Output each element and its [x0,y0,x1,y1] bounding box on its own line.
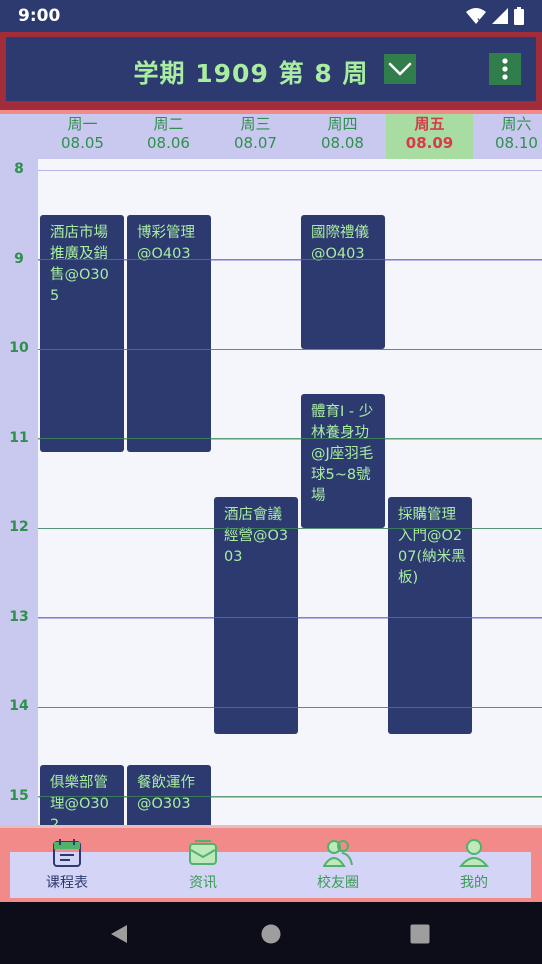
more-options-button[interactable] [489,53,521,85]
hour-label: 11 [9,429,29,446]
nav-label-alumni: 校友圈 [317,875,359,891]
title-prefix: 学期 [133,59,186,88]
time-column: 8 9 10 11 12 13 14 15 [0,159,38,825]
title-suffix: 周 [342,59,369,88]
battery-icon [514,7,524,25]
app-header: 学期 1909 第 8 周 [6,37,536,101]
course-block[interactable]: 採購管理入門@O207(納米黑板) [388,496,472,734]
day-date: 08.06 [147,134,190,152]
day-name: 周一 [67,115,98,133]
hour-label: 12 [9,519,29,535]
course-block[interactable]: 酒店市場推廣及銷售@O305 [40,214,124,452]
day-name: 周二 [153,115,184,133]
day-header-0: 周一 08.05 [39,114,126,159]
signal-icon [492,8,508,24]
term-number: 1909 [195,59,269,88]
week-number: 8 [314,59,333,88]
home-icon[interactable] [260,923,282,945]
day-header-5: 周六 08.10 [473,114,542,159]
header-frame: 学期 1909 第 8 周 [0,32,542,110]
day-header-4: 周五 08.09 [386,114,473,159]
hour-label: 9 [14,250,24,267]
day-date: 08.07 [234,134,277,152]
status-time: 9:00 [18,6,61,26]
nav-item-schedule[interactable]: 课程表 [17,825,117,893]
hour-label: 8 [14,161,24,177]
half-hour-gridline [38,438,542,439]
nav-label-profile: 我的 [460,875,488,891]
hour-label: 10 [9,340,29,356]
chevron-down-icon [388,62,412,76]
back-icon[interactable] [108,923,130,945]
bottom-nav-frame: 课程表 资讯 校友圈 我的 [0,825,542,902]
hour-label: 15 [9,787,29,804]
hour-gridline [38,170,542,171]
nav-item-profile[interactable]: 我的 [424,825,524,893]
hour-label: 14 [9,698,29,714]
app-root: 9:00 x 学期 1909 第 8 周 周一 08.05 周二 08.06 周… [0,0,542,964]
day-name: 周三 [240,115,271,133]
calendar-icon [53,839,81,867]
mail-icon [189,840,217,865]
day-date: 08.05 [61,134,104,152]
course-block[interactable]: 國際禮儀@O403 [301,214,385,349]
half-hour-gridline [38,706,542,708]
course-block[interactable]: 酒店會議經營@O303 [214,496,298,734]
day-date: 08.09 [405,134,454,152]
day-name: 周六 [501,115,532,133]
half-hour-gridline [38,348,542,350]
nav-label-schedule: 课程表 [46,875,88,891]
status-icons: x [466,7,524,25]
system-nav-bar [0,902,542,964]
recents-icon[interactable] [409,923,431,945]
day-name: 周四 [327,115,358,133]
day-header-row: 周一 08.05 周二 08.06 周三 08.07 周四 08.08 周五 08.09 周六 08.… [0,114,542,159]
title-week-word: 第 [278,59,305,88]
nav-item-alumni[interactable]: 校友圈 [288,825,388,893]
day-header-1: 周二 08.06 [125,114,212,159]
svg-text:x: x [477,16,483,25]
course-block[interactable]: 體育I - 少林養身功@J座羽毛球5~8號場 [301,393,385,528]
hour-label: 13 [9,608,29,625]
day-date: 08.08 [321,134,364,152]
nav-label-news: 资讯 [189,875,217,891]
course-block[interactable]: 博彩管理@O403 [127,214,211,452]
half-hour-gridline [38,796,542,797]
wifi-icon: x [466,8,486,25]
more-vertical-icon [502,58,508,80]
day-name: 周五 [414,115,445,133]
day-date: 08.10 [495,134,538,152]
page-title: 学期 1909 第 8 周 [6,54,536,90]
nav-item-news[interactable]: 资讯 [153,825,253,893]
status-bar: 9:00 x [0,0,542,32]
day-header-3: 周四 08.08 [299,114,386,159]
day-header-2: 周三 08.07 [212,114,299,159]
people-icon [323,840,353,867]
half-hour-gridline [38,259,542,260]
schedule-grid: 酒店市場推廣及銷售@O305 博彩管理@O403 國際禮儀@O403 體育I - 少林… [38,159,542,825]
person-icon [459,839,489,867]
week-dropdown-button[interactable] [384,54,416,84]
half-hour-gridline [38,527,542,529]
half-hour-gridline [38,617,542,618]
